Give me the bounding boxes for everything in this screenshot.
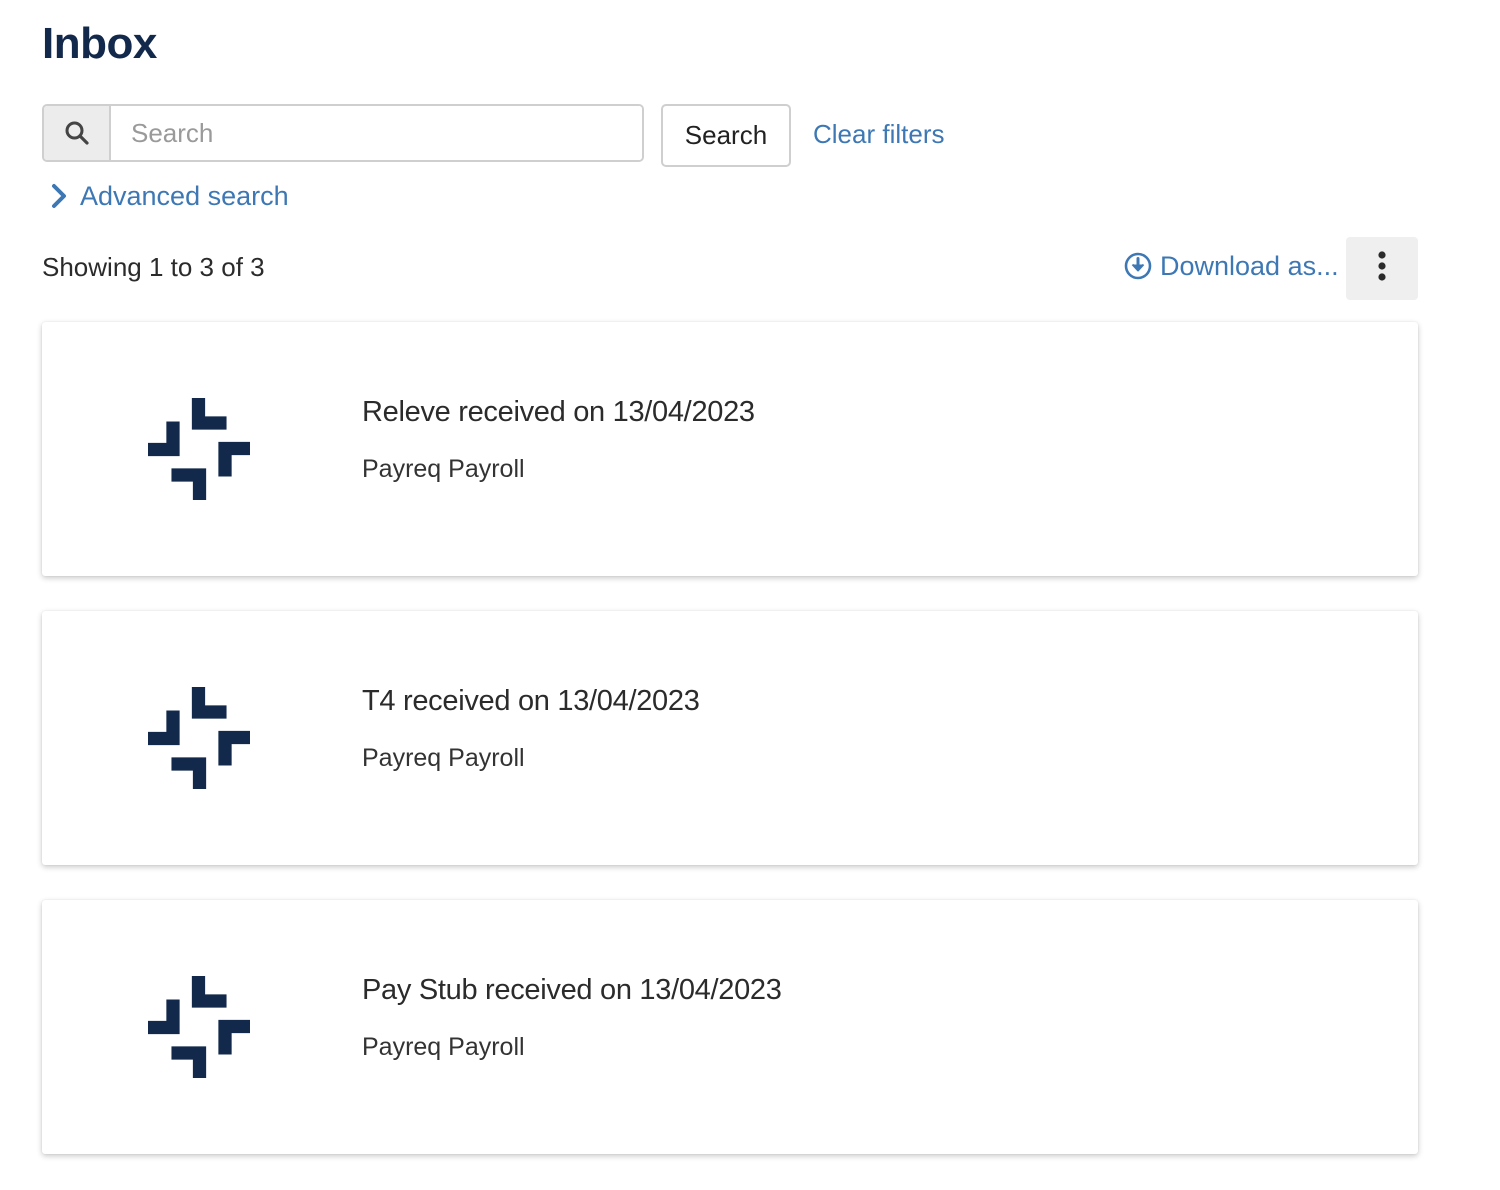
more-options-button[interactable]	[1346, 237, 1418, 300]
chevron-right-icon	[50, 183, 70, 209]
search-icon	[44, 106, 111, 160]
payreq-logo-icon	[148, 398, 250, 500]
inbox-item-card[interactable]: Pay Stub received on 13/04/2023 Payreq P…	[42, 900, 1418, 1154]
advanced-search-label: Advanced search	[80, 181, 289, 211]
inbox-item-card[interactable]: Releve received on 13/04/2023 Payreq Pay…	[42, 322, 1418, 576]
clear-filters-link[interactable]: Clear filters	[813, 116, 944, 152]
kebab-menu-icon	[1376, 250, 1388, 287]
inbox-page: Inbox Search Clear filters Advanced sear…	[0, 0, 1500, 1190]
page-title: Inbox	[42, 19, 157, 68]
item-title: Pay Stub received on 13/04/2023	[362, 974, 782, 1006]
item-sender: Payreq Payroll	[362, 744, 525, 772]
download-as-label: Download as...	[1160, 251, 1339, 281]
advanced-search-toggle[interactable]: Advanced search	[50, 178, 289, 214]
item-sender: Payreq Payroll	[362, 455, 525, 483]
search-input[interactable]	[111, 106, 642, 160]
download-as-button[interactable]: Download as...	[1124, 248, 1339, 284]
payreq-logo-icon	[148, 687, 250, 789]
item-title: T4 received on 13/04/2023	[362, 685, 700, 717]
item-title: Releve received on 13/04/2023	[362, 396, 755, 428]
results-summary: Showing 1 to 3 of 3	[42, 252, 265, 282]
item-sender: Payreq Payroll	[362, 1033, 525, 1061]
download-circle-icon	[1124, 252, 1152, 280]
payreq-logo-icon	[148, 976, 250, 1078]
inbox-item-card[interactable]: T4 received on 13/04/2023 Payreq Payroll	[42, 611, 1418, 865]
search-button[interactable]: Search	[661, 104, 791, 167]
search-group	[42, 104, 644, 162]
